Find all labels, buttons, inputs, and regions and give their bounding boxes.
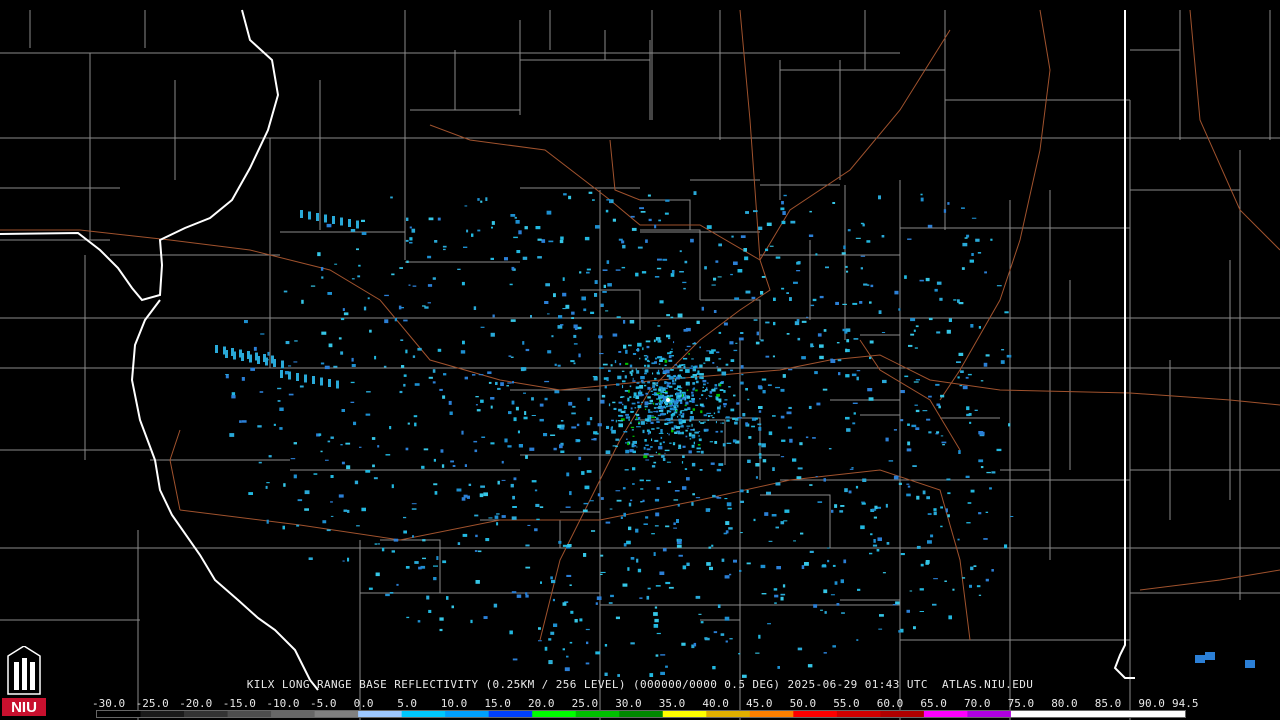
- colorbar-segment: [97, 711, 142, 717]
- colorbar-segment: [575, 711, 620, 717]
- colorbar-segment: [967, 711, 1012, 717]
- colorbar-label: 10.0: [440, 697, 468, 710]
- colorbar-segment: [314, 711, 359, 717]
- colorbar-segment: [836, 711, 881, 717]
- colorbar-segment: [401, 711, 446, 717]
- colorbar-label: 70.0: [964, 697, 991, 710]
- colorbar-label: 30.0: [615, 697, 642, 710]
- reflectivity-colorbar: [96, 710, 1186, 718]
- colorbar-label: -25.0: [135, 697, 169, 710]
- colorbar-label: 94.5: [1172, 697, 1199, 710]
- colorbar-label: 20.0: [528, 697, 555, 710]
- radar-map: [0, 9, 1280, 720]
- colorbar-segment: [662, 711, 707, 717]
- colorbar-label: 80.0: [1051, 697, 1078, 710]
- colorbar-label: 55.0: [833, 697, 860, 710]
- logo-text: NIU: [11, 699, 37, 716]
- colorbar-segment: [445, 711, 490, 717]
- colorbar-label: -10.0: [266, 697, 300, 710]
- colorbar-label: 0.0: [353, 697, 374, 710]
- state-boundaries: [0, 9, 1135, 691]
- colorbar-label: 25.0: [571, 697, 599, 710]
- colorbar-label: -15.0: [222, 697, 256, 710]
- colorbar-segment: [1097, 711, 1142, 717]
- colorbar-label: -20.0: [179, 697, 213, 710]
- colorbar-label: 50.0: [789, 697, 817, 710]
- colorbar-label: 40.0: [702, 697, 729, 710]
- colorbar-segment: [706, 711, 751, 717]
- colorbar-label: -30.0: [92, 697, 126, 710]
- colorbar-segment: [184, 711, 229, 717]
- radar-site-marker: [666, 398, 670, 402]
- colorbar-segment: [1141, 711, 1185, 717]
- colorbar-label: 35.0: [658, 697, 686, 710]
- colorbar-segment: [488, 711, 533, 717]
- colorbar-segment: [271, 711, 316, 717]
- colorbar-label: 65.0: [920, 697, 947, 710]
- colorbar-segment: [1054, 711, 1099, 717]
- colorbar-label: 15.0: [484, 697, 511, 710]
- colorbar-labels: -30.0 -25.0 -20.0 -15.0 -10.0 -5.0 0.0 5.0 10.0 1…: [92, 697, 1202, 710]
- colorbar-label: -5.0: [310, 697, 337, 710]
- colorbar-label: 90.0: [1138, 697, 1165, 710]
- colorbar-segment: [793, 711, 838, 717]
- colorbar-label: 85.0: [1094, 697, 1122, 710]
- colorbar-label: 60.0: [876, 697, 904, 710]
- colorbar-label: 45.0: [746, 697, 773, 710]
- colorbar-label: 75.0: [1007, 697, 1035, 710]
- colorbar-segment: [227, 711, 272, 717]
- colorbar-segment: [880, 711, 925, 717]
- colorbar-segment: [532, 711, 577, 717]
- colorbar-segment: [1010, 711, 1055, 717]
- colorbar-segment: [749, 711, 794, 717]
- county-boundaries: [0, 10, 1280, 720]
- product-caption: KILX LONG RANGE BASE REFLECTIVITY (0.25K…: [246, 678, 1034, 691]
- colorbar-segment: [140, 711, 185, 717]
- colorbar-segment: [619, 711, 664, 717]
- colorbar-segment: [923, 711, 968, 717]
- colorbar-label: 5.0: [397, 697, 418, 710]
- colorbar-segment: [358, 711, 403, 717]
